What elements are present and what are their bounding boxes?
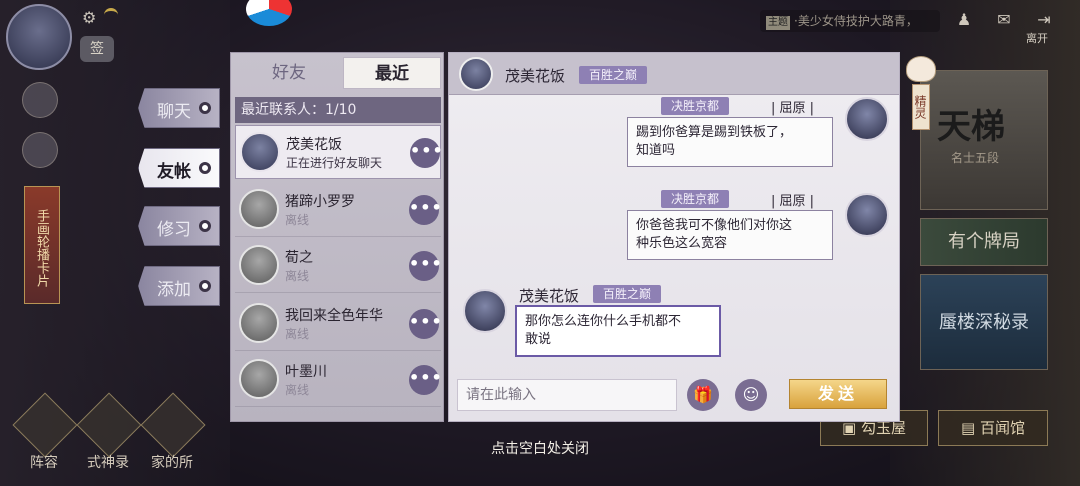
contact-name: 荀之 (285, 250, 313, 266)
avatar[interactable] (459, 57, 493, 91)
avatar (239, 189, 279, 229)
avatar[interactable] (845, 97, 889, 141)
nav-tab-label: 修习 (157, 220, 191, 240)
avatar (239, 245, 279, 285)
marquee-tag: 主题 (766, 16, 790, 30)
sender-name-text: 屈原 (779, 101, 806, 116)
radio-dot-icon (199, 220, 211, 232)
elf-label: 精灵 (912, 84, 930, 130)
nav-tab-label: 友帐 (157, 162, 191, 182)
gear-icon[interactable]: ⚙ (82, 8, 96, 27)
close-hint[interactable]: 点击空白处关闭 (0, 438, 1080, 458)
recent-contacts-header: 最近联系人：1/10 (235, 97, 441, 123)
elf-head-icon (906, 56, 936, 82)
exit-icon[interactable]: ⇥ (1032, 10, 1056, 30)
left-event-banner[interactable]: 手画轮播卡片 (24, 186, 60, 304)
player-avatar[interactable] (6, 4, 72, 70)
marquee-text: ·美少女侍技护大路青， (794, 14, 918, 28)
ladder-card[interactable]: 天梯 名士五段 (920, 70, 1048, 210)
list-item[interactable]: 猪蹄小罗罗 离线 ••• (235, 183, 442, 237)
news-marquee: 主题 ·美少女侍技护大路青， (760, 10, 940, 32)
nav-tab-label: 添加 (157, 280, 191, 300)
bell-icon[interactable]: ♟ (952, 10, 976, 30)
chat-partner-name: 茂美花饭 (505, 67, 566, 85)
tab-recent[interactable]: 最近 (343, 57, 441, 89)
radio-dot-icon (199, 102, 211, 114)
side-camera-icon[interactable] (22, 82, 58, 118)
status-badge: 决胜京都 (661, 97, 730, 115)
message-line: 那你怎么连你什么手机都不 (525, 314, 682, 329)
avatar[interactable] (463, 289, 507, 333)
radio-dot-icon (199, 162, 211, 174)
message-line: 知道吗 (636, 143, 676, 158)
sender-name: 茂美花饭 (519, 287, 580, 305)
mirage-entry[interactable]: 蜃楼深秘录 (920, 274, 1048, 370)
contact-name: 叶墨川 (285, 364, 327, 380)
sender-name: | 屈原 | (771, 101, 815, 116)
message-line: 你爸爸我可不像他们对你这 (636, 218, 793, 233)
list-item[interactable]: 我回来全色年华 离线 ••• (235, 297, 442, 351)
message-line: 踢到你爸算是踢到铁板了， (636, 125, 793, 140)
mail-icon[interactable]: ✉ (992, 10, 1016, 30)
radio-dot-icon (199, 280, 211, 292)
nav-tab-add[interactable]: 添加 (138, 266, 220, 306)
tab-friends[interactable]: 好友 (239, 57, 339, 89)
contact-status: 离线 (285, 213, 310, 227)
more-options-button[interactable]: ••• (409, 309, 442, 339)
status-badge: 百胜之巅 (579, 66, 648, 84)
sign-in-button[interactable]: 签 (80, 36, 114, 62)
status-badge: 百胜之巅 (593, 285, 662, 303)
avatar (240, 132, 280, 172)
friends-panel: 好友 最近 最近联系人：1/10 茂美花饭 正在进行好友聊天 ••• 猪蹄小罗罗… (230, 52, 900, 422)
leave-label: 离开 (1026, 32, 1048, 45)
sender-name-text: 屈原 (779, 194, 806, 209)
chat-input-row: 🎁 ☺ 发送 (449, 375, 899, 421)
contact-status: 离线 (285, 327, 310, 341)
avatar[interactable] (845, 193, 889, 237)
nav-tab-friends[interactable]: 友帐 (138, 148, 220, 188)
more-options-button[interactable]: ••• (409, 195, 442, 225)
message-line: 敢说 (525, 332, 552, 347)
list-item[interactable]: 荀之 离线 ••• (235, 239, 442, 293)
more-options-button[interactable]: ••• (409, 365, 442, 395)
gift-icon[interactable]: 🎁 (687, 379, 719, 411)
avatar (239, 303, 279, 343)
message-bubble: 你爸爸我可不像他们对你这 种乐色这么宽容 (627, 210, 833, 260)
contact-status: 离线 (285, 269, 310, 283)
library-label: 百闻馆 (979, 419, 1025, 437)
chat-input[interactable] (457, 379, 677, 411)
side-flower-icon[interactable] (22, 132, 58, 168)
ladder-title: 天梯 (937, 107, 1005, 147)
sender-name: | 屈原 | (771, 194, 815, 209)
nav-tab-chat[interactable]: 聊天 (138, 88, 220, 128)
wifi-icon (104, 8, 118, 18)
list-item[interactable]: 茂美花饭 正在进行好友聊天 ••• (235, 125, 443, 179)
list-tabs: 好友 最近 (231, 53, 445, 91)
message-bubble: 踢到你爸算是踢到铁板了， 知道吗 (627, 117, 833, 167)
card-game-entry[interactable]: 有个牌局 (920, 218, 1048, 266)
contact-list-panel: 好友 最近 最近联系人：1/10 茂美花饭 正在进行好友聊天 ••• 猪蹄小罗罗… (230, 52, 444, 422)
send-button[interactable]: 发送 (789, 379, 887, 409)
list-item[interactable]: 叶墨川 离线 ••• (235, 353, 442, 407)
more-options-button[interactable]: ••• (409, 251, 442, 281)
message-bubble: 那你怎么连你什么手机都不 敢说 (515, 305, 721, 357)
emoji-icon[interactable]: ☺ (735, 379, 767, 411)
contact-name: 茂美花饭 (286, 137, 342, 153)
message-line: 种乐色这么宽容 (636, 236, 728, 251)
contact-name: 猪蹄小罗罗 (285, 194, 355, 210)
nav-tab-label: 聊天 (157, 102, 191, 122)
ladder-rank: 名士五段 (951, 151, 1000, 165)
nav-tab-practice[interactable]: 修习 (138, 206, 220, 246)
contact-status: 正在进行好友聊天 (286, 156, 383, 170)
contact-status: 离线 (285, 383, 310, 397)
avatar (239, 359, 279, 399)
contact-name: 我回来全色年华 (285, 308, 383, 324)
chat-window: 茂美花饭 百胜之巅 决胜京都 | 屈原 | 踢到你爸算是踢到铁板了， 知道吗 决… (448, 52, 900, 422)
status-badge: 决胜京都 (661, 190, 730, 208)
more-options-button[interactable]: ••• (410, 138, 443, 168)
elf-mascot[interactable]: 精灵 (906, 56, 936, 136)
chat-header: 茂美花饭 百胜之巅 (449, 53, 899, 95)
